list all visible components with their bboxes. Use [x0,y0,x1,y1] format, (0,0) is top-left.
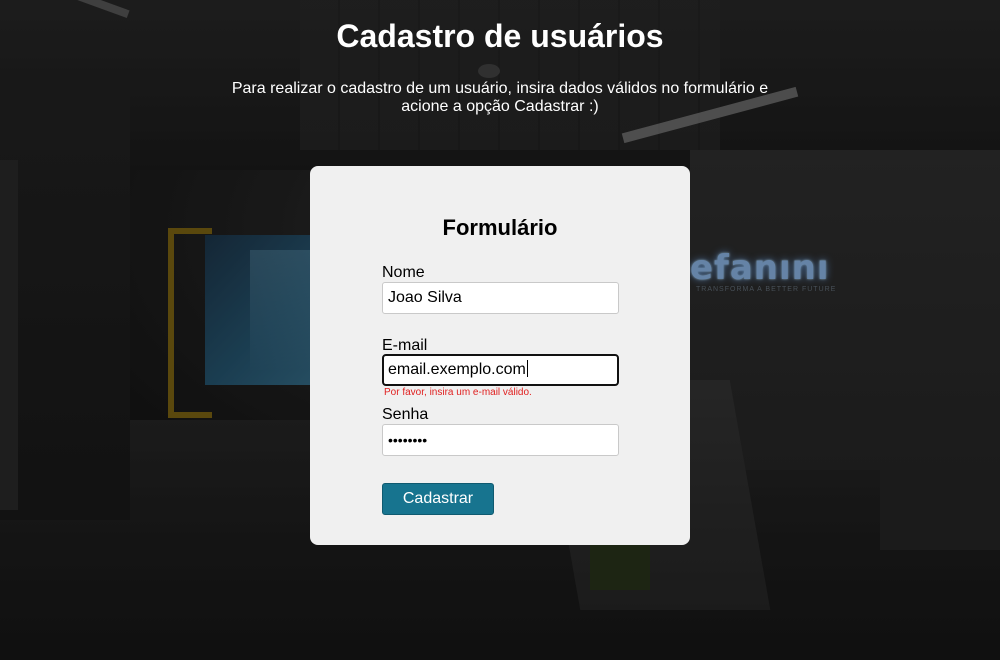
password-input-value: •••••••• [388,432,428,448]
password-input[interactable]: •••••••• [382,424,619,456]
email-error-message: Por favor, insira um e-mail válido. [384,387,532,398]
page-subtitle: Para realizar o cadastro de um usuário, … [231,80,769,115]
text-caret [526,360,528,377]
email-input-value: email.exemplo.com [388,361,526,378]
name-input[interactable]: Joao Silva [382,282,619,314]
password-label: Senha [382,406,429,423]
name-label: Nome [382,264,425,281]
page-title: Cadastro de usuários [336,18,664,54]
name-input-value: Joao Silva [388,289,462,306]
submit-button[interactable]: Cadastrar [382,483,494,515]
email-label: E-mail [382,337,428,354]
email-input[interactable]: email.exemplo.com [382,354,619,386]
form-title: Formulário [442,215,558,240]
